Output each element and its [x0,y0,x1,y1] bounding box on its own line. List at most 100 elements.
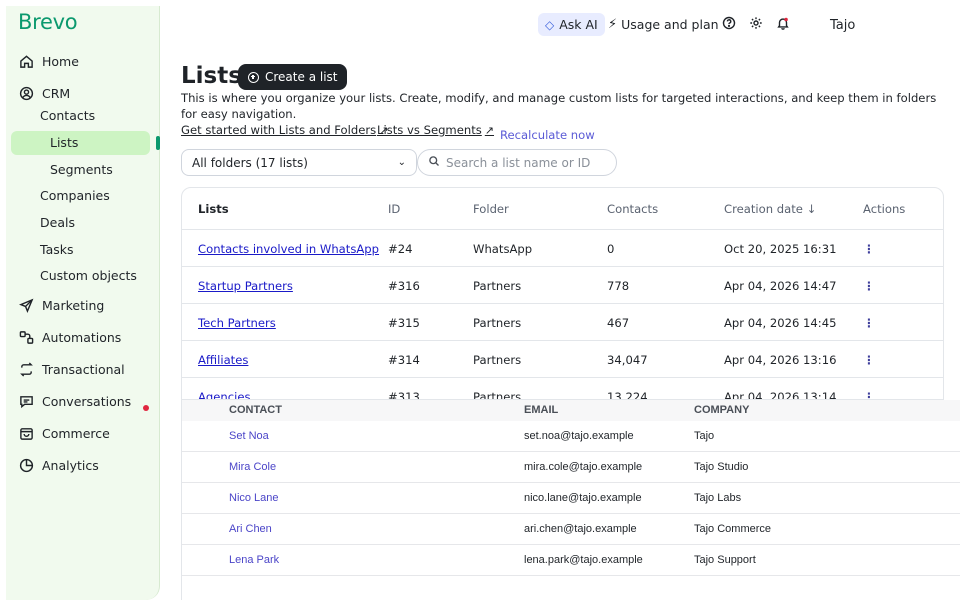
column-header-id[interactable]: ID [388,202,400,216]
sidebar-item-conversations[interactable]: Conversations [18,390,131,412]
create-list-button[interactable]: Create a list [238,64,348,90]
contact-email: lena.park@tajo.example [524,554,643,566]
help-icon[interactable] [722,16,736,30]
ask-ai-button[interactable]: ◇ Ask AI [538,13,605,36]
column-header-company: COMPANY [694,404,750,416]
column-header-contacts[interactable]: Contacts [607,202,658,216]
contact-name[interactable]: Mira Cole [229,461,276,473]
list-contacts: 467 [607,316,630,330]
sidebar-subitem-companies[interactable]: Companies [40,185,110,207]
list-contacts: 0 [607,242,615,256]
column-header-creation-date[interactable]: Creation date ↓ [724,202,816,216]
table-row: Startup Partners #316 Partners 778 Apr 0… [182,267,943,304]
more-actions-icon[interactable]: ⋮ [863,353,875,367]
more-actions-icon[interactable]: ⋮ [863,390,875,399]
contact-email: mira.cole@tajo.example [524,461,643,473]
list-id: #24 [388,242,413,256]
list-creation-date: Apr 04, 2026 13:16 [724,353,837,367]
sidebar-item-commerce[interactable]: Commerce [18,422,110,444]
column-header-folder[interactable]: Folder [473,202,509,216]
more-actions-icon[interactable]: ⋮ [863,279,875,293]
search-input[interactable] [446,155,606,170]
contact-row[interactable]: Mira Cole mira.cole@tajo.example Tajo St… [182,452,960,483]
list-name-link[interactable]: Tech Partners [198,316,276,330]
sidebar: Brevo Home CRM Contacts Lists Segments C… [6,6,160,600]
sidebar-subitem-tasks[interactable]: Tasks [40,239,74,261]
active-item-highlight [11,131,150,155]
list-folder: WhatsApp [473,242,533,256]
lists-vs-segments-link[interactable]: Lists vs Segments ↗ [377,123,494,137]
sidebar-subitem-custom-objects[interactable]: Custom objects [40,265,137,287]
list-folder: Partners [473,353,522,367]
more-actions-icon[interactable]: ⋮ [863,242,875,256]
list-folder: Partners [473,279,522,293]
contact-name[interactable]: Lena Park [229,554,279,566]
get-started-link[interactable]: Get started with Lists and Folders ↗ [181,123,388,137]
recalculate-link[interactable]: Recalculate now [500,128,595,142]
column-header-label: Creation date [724,202,803,216]
sidebar-item-home[interactable]: Home [18,50,79,72]
sidebar-subitem-lists[interactable]: Lists [50,132,78,154]
column-header-lists[interactable]: Lists [198,202,229,216]
sidebar-item-label: Marketing [42,297,105,313]
usage-and-plan-button[interactable]: ⚡ Usage and plan [608,14,719,34]
activity-icon: ⚡ [608,16,618,32]
list-creation-date: Apr 04, 2026 14:45 [724,316,837,330]
contact-email: ari.chen@tajo.example [524,523,637,535]
list-id: #313 [388,390,420,400]
search-field[interactable] [417,149,617,176]
contact-row[interactable]: Set Noa set.noa@tajo.example Tajo [182,421,960,452]
contact-company: Tajo Labs [694,492,742,504]
sidebar-item-label: CRM [42,85,71,101]
contact-row[interactable]: Ari Chen ari.chen@tajo.example Tajo Comm… [182,514,960,545]
bell-icon[interactable] [776,16,790,30]
ask-ai-label: Ask AI [559,17,598,32]
sidebar-item-label: Commerce [42,425,110,441]
sparkle-icon: ◇ [545,17,555,32]
plus-circle-icon [248,71,259,83]
sidebar-item-marketing[interactable]: Marketing [18,294,104,316]
sidebar-item-label: Home [42,53,79,69]
folder-filter-dropdown[interactable]: All folders (17 lists) ⌄ [181,149,417,176]
list-name-link[interactable]: Agencies [198,390,251,399]
user-name[interactable]: Tajo [830,18,855,33]
chat-icon [18,393,34,409]
contact-row[interactable]: Nico Lane nico.lane@tajo.example Tajo La… [182,483,960,514]
user-circle-icon [18,85,34,101]
sidebar-subitem-contacts[interactable]: Contacts [40,105,95,127]
list-id: #315 [388,316,420,330]
sidebar-item-transactional[interactable]: Transactional [18,358,125,380]
table-header: Lists ID Folder Contacts Creation date ↓… [182,188,943,230]
sidebar-item-label: Transactional [42,361,125,377]
list-folder: Partners [473,390,522,400]
sidebar-item-analytics[interactable]: Analytics [18,454,99,476]
sidebar-item-label: Automations [42,329,122,345]
contact-row[interactable]: Lena Park lena.park@tajo.example Tajo Su… [182,545,960,576]
table-row: Contacts involved in WhatsApp #24 WhatsA… [182,230,943,267]
list-name-link[interactable]: Startup Partners [198,279,293,293]
sidebar-item-crm[interactable]: CRM [18,82,70,104]
list-folder: Partners [473,316,522,330]
table-row: Tech Partners #315 Partners 467 Apr 04, … [182,304,943,341]
list-name-link[interactable]: Affiliates [198,353,248,367]
sidebar-subitem-deals[interactable]: Deals [40,212,75,234]
sidebar-item-label: Analytics [42,457,99,473]
contact-name[interactable]: Nico Lane [229,492,279,504]
list-name-link[interactable]: Contacts involved in WhatsApp [198,242,379,256]
active-indicator [156,136,160,150]
chevron-down-icon: ⌄ [397,157,406,168]
sidebar-item-automations[interactable]: Automations [18,326,121,348]
column-header-email: EMAIL [524,404,559,416]
sidebar-subitem-segments[interactable]: Segments [50,159,113,181]
page-description: This is where you organize your lists. C… [181,91,937,121]
contact-company: Tajo Studio [694,461,749,473]
more-actions-icon[interactable]: ⋮ [863,316,875,330]
automation-icon [18,329,34,345]
contact-email: set.noa@tajo.example [524,430,634,442]
contact-name[interactable]: Set Noa [229,430,269,442]
folder-filter-value: All folders (17 lists) [192,155,308,170]
contact-company: Tajo [694,430,715,442]
brevo-logo[interactable]: Brevo [18,10,78,34]
contact-name[interactable]: Ari Chen [229,523,272,535]
gear-icon[interactable] [749,16,763,30]
